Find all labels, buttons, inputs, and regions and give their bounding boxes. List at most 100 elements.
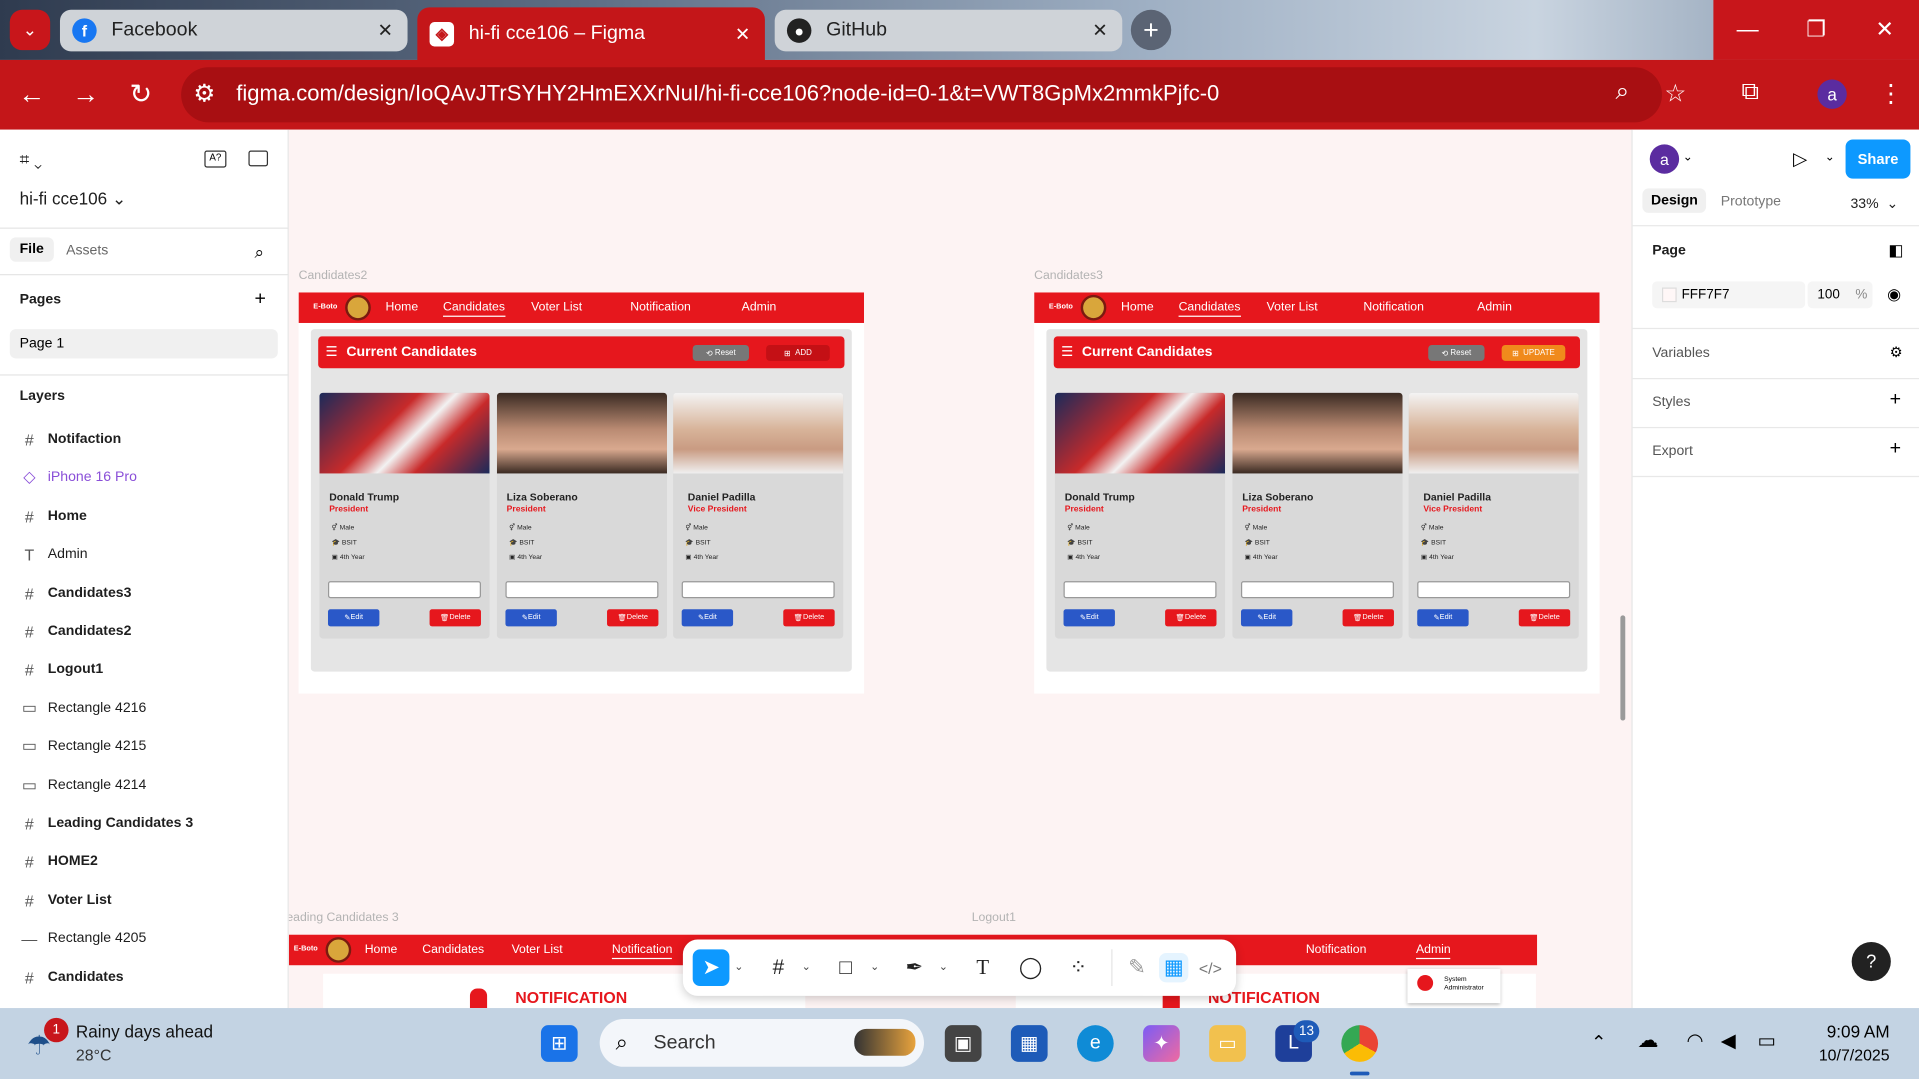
edit-button[interactable]: ✎ Edit bbox=[681, 609, 734, 627]
edit-button[interactable]: ✎ Edit bbox=[1417, 609, 1469, 627]
layer-item[interactable]: ▭ Rectangle 4216 bbox=[20, 696, 146, 720]
pen-tool-icon[interactable]: ✒ bbox=[900, 953, 929, 982]
nav-notification[interactable]: Notification bbox=[1306, 943, 1367, 956]
site-info-icon[interactable]: ⚙ bbox=[193, 78, 215, 109]
nav-candidates[interactable]: Candidates bbox=[1178, 301, 1241, 317]
back-icon[interactable]: ← bbox=[15, 77, 49, 111]
menu-dots-icon[interactable]: ⋮ bbox=[1879, 78, 1903, 109]
chevron-down-icon[interactable]: ⌄ bbox=[1683, 150, 1693, 163]
search-icon[interactable]: ⌕ bbox=[255, 242, 265, 263]
styles-icon[interactable]: ◧ bbox=[1888, 241, 1903, 261]
chevron-up-icon[interactable]: ⌃ bbox=[1591, 1031, 1606, 1054]
reset-button[interactable]: ⟲ Reset bbox=[692, 344, 749, 361]
layer-item[interactable]: # HOME2 bbox=[20, 849, 98, 873]
store-icon[interactable]: ▦ bbox=[1010, 1025, 1048, 1062]
layer-item[interactable]: # Leading Candidates 3 bbox=[20, 811, 193, 835]
canvas-scrollbar[interactable] bbox=[1620, 615, 1626, 721]
add-style-icon[interactable]: + bbox=[1890, 389, 1901, 411]
nav-notification[interactable]: Notification bbox=[1363, 301, 1424, 314]
nav-voter-list[interactable]: Voter List bbox=[512, 943, 563, 956]
tab-design[interactable]: Design bbox=[1642, 188, 1707, 213]
delete-button[interactable]: 🗑 Delete bbox=[1165, 609, 1217, 627]
nav-notification[interactable]: Notification bbox=[630, 301, 691, 314]
update-button[interactable]: ⊞ UPDATE bbox=[1501, 344, 1566, 361]
forward-icon[interactable]: → bbox=[69, 77, 103, 111]
user-avatar[interactable]: a bbox=[1649, 144, 1680, 174]
bookmark-star-icon[interactable]: ☆ bbox=[1664, 78, 1686, 109]
edge-icon[interactable]: e bbox=[1076, 1025, 1114, 1062]
file-viewer-icon[interactable]: ▣ bbox=[944, 1025, 982, 1062]
close-window-icon[interactable]: ✕ bbox=[1850, 0, 1919, 60]
tab-file[interactable]: File bbox=[9, 237, 54, 262]
frame-label[interactable]: Candidates3 bbox=[1034, 269, 1103, 282]
frame-label[interactable]: Candidates2 bbox=[299, 269, 368, 282]
share-button[interactable]: Share bbox=[1845, 139, 1911, 179]
variables-label[interactable]: Variables bbox=[1652, 346, 1710, 361]
variables-icon[interactable]: ⚙ bbox=[1890, 344, 1903, 361]
text-tool-icon[interactable]: T bbox=[968, 953, 997, 982]
layer-item[interactable]: — Rectangle 4205 bbox=[20, 926, 146, 950]
tab-facebook[interactable]: f Facebook ✕ bbox=[59, 9, 408, 52]
battery-icon[interactable]: ▭ bbox=[1757, 1029, 1776, 1053]
rectangle-tool-icon[interactable]: □ bbox=[831, 953, 860, 982]
add-button[interactable]: ⊞ ADD bbox=[766, 344, 830, 361]
layer-item[interactable]: ◇ iPhone 16 Pro bbox=[20, 465, 137, 489]
add-page-icon[interactable]: + bbox=[255, 289, 266, 311]
chrome-icon[interactable] bbox=[1341, 1025, 1379, 1062]
nav-voter-list[interactable]: Voter List bbox=[1267, 301, 1318, 314]
weather-title[interactable]: Rainy days ahead bbox=[76, 1022, 213, 1042]
candidate-input[interactable] bbox=[681, 581, 835, 599]
windows-start-icon[interactable]: ⊞ bbox=[540, 1025, 578, 1062]
candidate-input[interactable] bbox=[327, 581, 481, 599]
tab-search-chevron-icon[interactable]: ⌄ bbox=[9, 9, 51, 51]
export-label[interactable]: Export bbox=[1652, 444, 1693, 459]
tab-prototype[interactable]: Prototype bbox=[1721, 195, 1781, 210]
edit-button[interactable]: ✎ Edit bbox=[1240, 609, 1293, 627]
help-button[interactable]: ? bbox=[1851, 941, 1891, 982]
volume-icon[interactable]: ◀ bbox=[1721, 1029, 1736, 1053]
delete-button[interactable]: 🗑 Delete bbox=[1342, 609, 1394, 627]
delete-button[interactable]: 🗑 Delete bbox=[1518, 609, 1571, 627]
styles-label[interactable]: Styles bbox=[1652, 395, 1690, 410]
design-canvas[interactable]: Candidates2 Candidates3 E-Boto Home Cand… bbox=[288, 129, 1632, 1009]
background-color-field[interactable]: FFF7F7 bbox=[1652, 281, 1806, 309]
actions-tool-icon[interactable]: ⁘ bbox=[1064, 953, 1093, 982]
layer-item[interactable]: # Notifaction bbox=[20, 427, 121, 451]
menu-icon[interactable]: ☰ bbox=[326, 344, 338, 360]
figma-menu-icon[interactable]: ⌗ ⌄ bbox=[20, 149, 43, 170]
restore-icon[interactable]: ❐ bbox=[1782, 0, 1851, 60]
delete-button[interactable]: 🗑 Delete bbox=[607, 609, 659, 627]
nav-admin[interactable]: Admin bbox=[742, 301, 777, 314]
add-export-icon[interactable]: + bbox=[1890, 438, 1901, 460]
candidate-input[interactable] bbox=[1417, 581, 1571, 599]
chevron-down-icon[interactable]: ⌄ bbox=[802, 960, 811, 973]
opacity-value[interactable]: 100 bbox=[1817, 287, 1839, 302]
file-explorer-icon[interactable]: ▭ bbox=[1209, 1025, 1246, 1062]
tab-assets[interactable]: Assets bbox=[66, 243, 108, 258]
eye-icon[interactable]: ◉ bbox=[1887, 285, 1901, 305]
frame-tool-icon[interactable]: # bbox=[764, 953, 793, 982]
chevron-down-icon[interactable]: ⌄ bbox=[734, 960, 743, 973]
close-icon[interactable]: ✕ bbox=[735, 23, 750, 45]
page-item[interactable]: Page 1 bbox=[9, 329, 278, 359]
wifi-icon[interactable]: ◠ bbox=[1686, 1029, 1703, 1053]
extensions-icon[interactable]: ⧉ bbox=[1742, 78, 1759, 106]
edit-button[interactable]: ✎ Edit bbox=[327, 609, 380, 627]
new-tab-button[interactable]: + bbox=[1130, 9, 1172, 51]
close-icon[interactable]: ✕ bbox=[1092, 20, 1107, 42]
ai-icon[interactable]: A? bbox=[204, 150, 227, 168]
zoom-level[interactable]: 33% ⌄ bbox=[1850, 195, 1898, 212]
frame-label[interactable]: Logout1 bbox=[972, 911, 1016, 924]
nav-candidates[interactable]: Candidates bbox=[422, 943, 484, 956]
color-hex[interactable]: FFF7F7 bbox=[1682, 287, 1730, 302]
draw-mode-icon[interactable]: ✎ bbox=[1122, 953, 1151, 982]
delete-button[interactable]: 🗑 Delete bbox=[429, 609, 481, 627]
frame-label[interactable]: eading Candidates 3 bbox=[289, 911, 399, 924]
minimize-icon[interactable]: — bbox=[1713, 0, 1782, 60]
menu-icon[interactable]: ☰ bbox=[1061, 344, 1073, 360]
dev-mode-icon[interactable]: </> bbox=[1196, 953, 1225, 982]
frame-candidates2[interactable]: E-Boto Home Candidates Voter List Notifi… bbox=[298, 292, 865, 694]
nav-home[interactable]: Home bbox=[365, 943, 398, 956]
admin-dropdown[interactable]: System Administrator bbox=[1407, 968, 1501, 1004]
candidate-input[interactable] bbox=[505, 581, 659, 599]
